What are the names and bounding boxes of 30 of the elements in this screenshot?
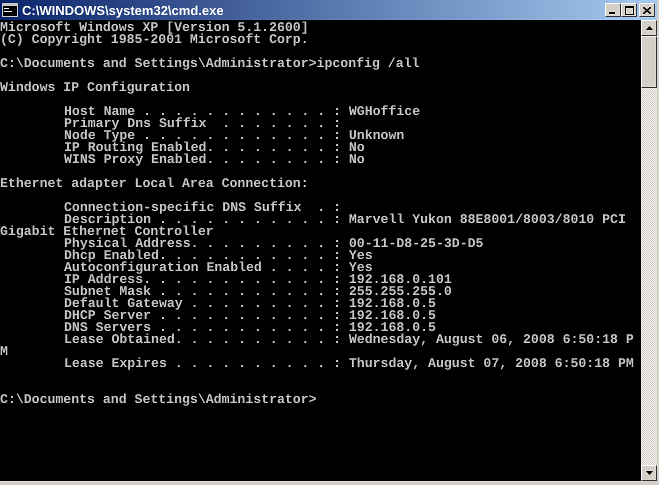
console-line: Autoconfiguration Enabled . . . . : Yes <box>64 260 373 275</box>
console-line: Lease Obtained. . . . . . . . . . : Wednesday, August 06, 2008 6:50:18 P <box>64 332 634 347</box>
maximize-button[interactable] <box>621 3 637 17</box>
console-line: Physical Address. . . . . . . . . : 00-11-D8-25-3D-D5 <box>64 236 484 251</box>
console-line: Primary Dns Suffix . . . . . . . : <box>64 116 341 131</box>
console-line: C:\Documents and Settings\Administrator> <box>0 392 317 407</box>
scrollbar-thumb[interactable] <box>641 36 657 88</box>
console-line: Windows IP Configuration <box>0 80 190 95</box>
down-arrow-icon <box>646 471 652 475</box>
window-title: C:\WINDOWS\system32\cmd.exe <box>22 2 224 18</box>
console-line: C:\Documents and Settings\Administrator>ipconfig /all <box>0 56 420 71</box>
console-line: Gigabit Ethernet Controller <box>0 224 214 239</box>
console-line: IP Routing Enabled. . . . . . . . : No <box>64 140 365 155</box>
close-button[interactable] <box>639 3 655 17</box>
up-arrow-icon <box>646 26 652 30</box>
maximize-icon <box>624 6 634 14</box>
scroll-down-button[interactable] <box>641 465 657 481</box>
console-line: Connection-specific DNS Suffix . : <box>64 200 341 215</box>
console-line: Microsoft Windows XP [Version 5.1.2600] <box>0 20 309 35</box>
console-line: M <box>0 344 8 359</box>
minimize-button[interactable] <box>605 3 621 17</box>
scrollbar[interactable] <box>641 20 657 481</box>
console-line: Ethernet adapter Local Area Connection: <box>0 176 309 191</box>
console-line: IP Address. . . . . . . . . . . . : 192.168.0.101 <box>64 272 452 287</box>
scroll-up-button[interactable] <box>641 20 657 36</box>
console-line: Lease Expires . . . . . . . . . . : Thursday, August 07, 2008 6:50:18 PM <box>64 356 634 371</box>
console-line: DNS Servers . . . . . . . . . . . : 192.168.0.5 <box>64 320 436 335</box>
close-icon <box>643 6 651 14</box>
console-line: Default Gateway . . . . . . . . . : 192.168.0.5 <box>64 296 436 311</box>
console-icon <box>2 3 18 17</box>
